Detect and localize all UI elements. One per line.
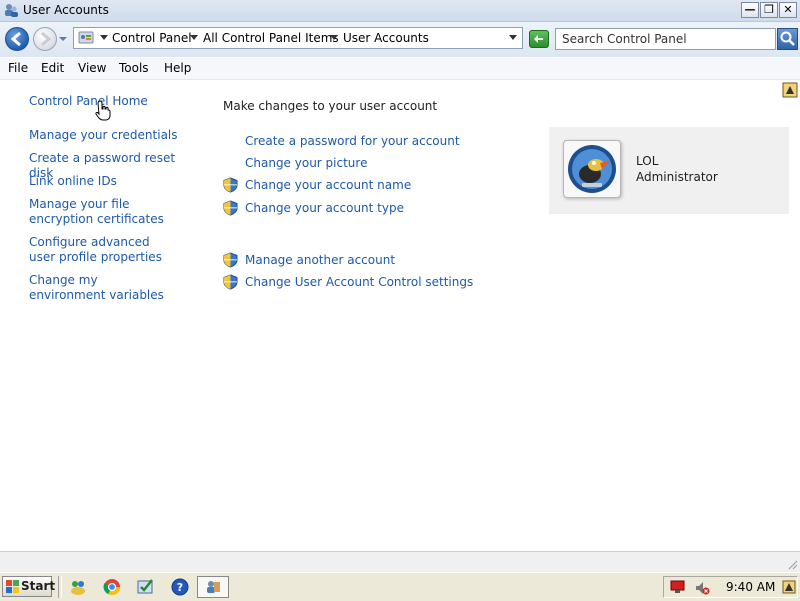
- control-panel-icon: [78, 31, 94, 44]
- taskbar: Start ? 9:40 AM: [0, 572, 800, 601]
- breadcrumb-dropdown-icon[interactable]: [330, 35, 338, 40]
- create-password-link[interactable]: Create a password for your account: [245, 134, 460, 148]
- change-account-type-link[interactable]: Change your account type: [245, 201, 404, 215]
- search-button[interactable]: [777, 28, 798, 50]
- advanced-profile-properties-link[interactable]: Configure advanced user profile properti…: [29, 235, 174, 265]
- resize-grip-icon[interactable]: [786, 558, 798, 570]
- title-bar: User Accounts — ❐ ✕: [0, 0, 800, 22]
- menu-file[interactable]: File: [8, 61, 28, 75]
- breadcrumb-all-items[interactable]: All Control Panel Items: [203, 31, 339, 45]
- minimize-icon: —: [744, 3, 756, 16]
- page-heading: Make changes to your user account: [223, 99, 438, 113]
- start-button[interactable]: Start: [2, 576, 56, 597]
- change-account-name-link[interactable]: Change your account name: [245, 178, 411, 192]
- hand-cursor-icon: [95, 100, 111, 121]
- control-panel-home-link[interactable]: Control Panel Home: [29, 94, 199, 109]
- breadcrumb-root-dropdown-icon[interactable]: [100, 35, 108, 40]
- address-field[interactable]: Control Panel All Control Panel Items Us…: [73, 27, 523, 49]
- window-title: User Accounts: [23, 3, 109, 17]
- refresh-icon: [534, 35, 543, 43]
- breadcrumb-user-accounts[interactable]: User Accounts: [343, 31, 429, 45]
- close-button[interactable]: ✕: [779, 2, 797, 18]
- account-tile: LOL Administrator: [549, 127, 789, 214]
- system-tray: 9:40 AM: [663, 576, 798, 598]
- address-history-dropdown-icon[interactable]: [509, 35, 517, 40]
- menu-bar: File Edit View Tools Help: [0, 58, 800, 80]
- avatar[interactable]: [563, 140, 621, 198]
- status-bar: [0, 551, 800, 572]
- uac-shield-icon: [223, 274, 238, 290]
- network-icon[interactable]: [670, 580, 686, 594]
- help-icon[interactable]: ?: [171, 578, 189, 596]
- environment-variables-link[interactable]: Change my environment variables: [29, 273, 174, 303]
- back-arrow-icon: [10, 31, 21, 47]
- taskbar-button-user-accounts[interactable]: [197, 576, 229, 598]
- search-field[interactable]: [555, 28, 776, 50]
- windows-logo-icon: [6, 580, 19, 593]
- svg-text:?: ?: [177, 581, 183, 594]
- minimize-button[interactable]: —: [741, 2, 759, 18]
- account-name: LOL: [636, 154, 659, 168]
- manage-credentials-link[interactable]: Manage your credentials: [29, 128, 199, 143]
- restore-icon: ❐: [764, 3, 774, 16]
- breadcrumb-dropdown-icon[interactable]: [190, 35, 198, 40]
- manage-another-account-link[interactable]: Manage another account: [245, 253, 395, 267]
- uac-shield-icon: [223, 200, 238, 216]
- account-role: Administrator: [636, 170, 718, 184]
- menu-edit[interactable]: Edit: [41, 61, 64, 75]
- breadcrumb-control-panel[interactable]: Control Panel: [112, 31, 192, 45]
- main-content: Control Panel Home Manage your credentia…: [0, 80, 800, 550]
- search-icon: [780, 31, 795, 46]
- uac-shield-icon: [223, 252, 238, 268]
- clock[interactable]: 9:40 AM: [726, 580, 775, 594]
- menu-help[interactable]: Help: [164, 61, 191, 75]
- recent-pages-dropdown-icon[interactable]: [58, 36, 68, 42]
- menu-tools[interactable]: Tools: [119, 61, 149, 75]
- refresh-button[interactable]: [529, 30, 549, 48]
- user-accounts-icon: [207, 581, 220, 593]
- user-picture-icon: [568, 145, 616, 193]
- change-picture-link[interactable]: Change your picture: [245, 156, 367, 170]
- checked-window-icon[interactable]: [137, 578, 155, 596]
- menu-view[interactable]: View: [78, 61, 106, 75]
- messenger-icon[interactable]: [69, 578, 87, 596]
- link-online-ids-link[interactable]: Link online IDs: [29, 174, 199, 189]
- forward-arrow-icon: [41, 31, 52, 47]
- file-encryption-certificates-link[interactable]: Manage your file encryption certificates: [29, 197, 189, 227]
- close-icon: ✕: [783, 3, 793, 16]
- tray-program-icon[interactable]: [782, 580, 796, 594]
- program-icon[interactable]: [782, 82, 798, 98]
- uac-settings-link[interactable]: Change User Account Control settings: [245, 275, 473, 289]
- start-label: Start: [21, 579, 56, 593]
- uac-shield-icon: [223, 177, 238, 193]
- chrome-icon[interactable]: [103, 578, 121, 596]
- back-button[interactable]: [5, 27, 29, 51]
- user-accounts-icon: [5, 4, 18, 17]
- taskbar-separator: [58, 576, 62, 598]
- volume-muted-icon[interactable]: [694, 580, 710, 596]
- search-input[interactable]: [562, 30, 762, 48]
- forward-button[interactable]: [33, 27, 57, 51]
- restore-button[interactable]: ❐: [760, 2, 778, 18]
- navigation-bar: Control Panel All Control Panel Items Us…: [0, 22, 800, 57]
